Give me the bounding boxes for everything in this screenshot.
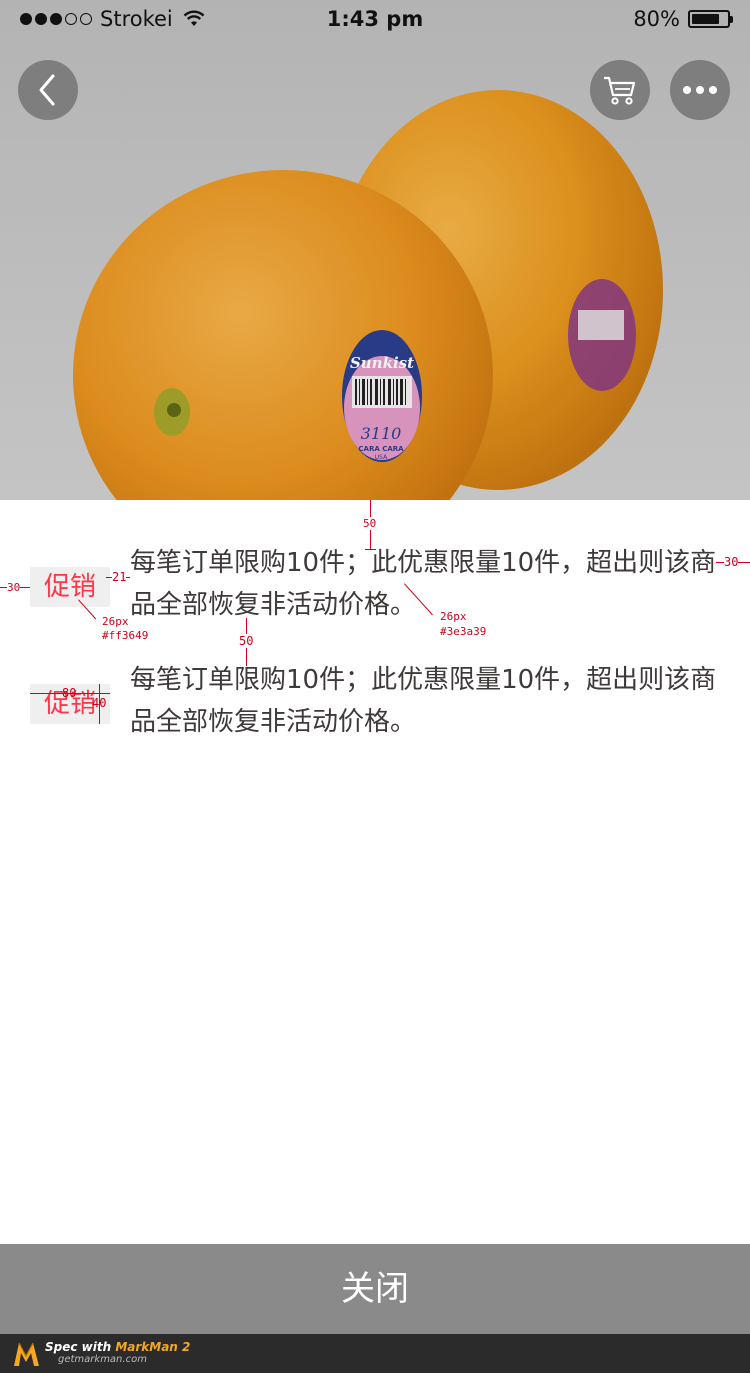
anno-tag-height: 40 [92, 696, 107, 710]
promotion-text: 每笔订单限购10件；此优惠限量10件，超出则该商品全部恢复非活动价格。 [130, 665, 717, 737]
cart-button[interactable] [590, 60, 650, 120]
watermark-url: getmarkman.com [58, 1354, 147, 1365]
battery-icon [688, 10, 733, 28]
anno-tag-gap: 21 [112, 570, 127, 584]
anno-tag-font: 26px [102, 615, 129, 628]
chevron-left-icon [39, 74, 55, 106]
close-button[interactable]: 关闭 [0, 1244, 750, 1334]
battery-percent: 80% [633, 7, 680, 31]
product-image: Sunkist 3110 CARA CARA USA Strokei 1:43 … [0, 0, 750, 500]
anno-text-font: 26px [440, 610, 467, 623]
back-button[interactable] [18, 60, 78, 120]
anno-left-margin: 30 [7, 581, 21, 594]
markman-logo-icon [14, 1342, 39, 1366]
anno-text-color: #3e3a39 [440, 625, 487, 638]
anno-row-gap: 50 [239, 634, 254, 648]
anno-tag-width: 80 [62, 686, 77, 700]
anno-gap-tick [365, 549, 376, 550]
anno-tag-color: #ff3649 [102, 629, 149, 642]
promotion-tag: 促销 [30, 567, 110, 607]
markman-watermark: Spec with MarkMan 2 getmarkman.com [0, 1334, 750, 1373]
status-bar: Strokei 1:43 pm 80% [0, 0, 750, 40]
watermark-title: Spec with MarkMan 2 [45, 1340, 191, 1354]
anno-right-margin: 30 [724, 555, 739, 569]
promotion-text: 每笔订单限购10件；此优惠限量10件，超出则该商品全部恢复非活动价格。 [130, 548, 717, 620]
more-dots-icon [683, 86, 717, 94]
more-button[interactable] [670, 60, 730, 120]
anno-gap-top: 50 [363, 517, 377, 530]
cart-icon [604, 76, 636, 105]
